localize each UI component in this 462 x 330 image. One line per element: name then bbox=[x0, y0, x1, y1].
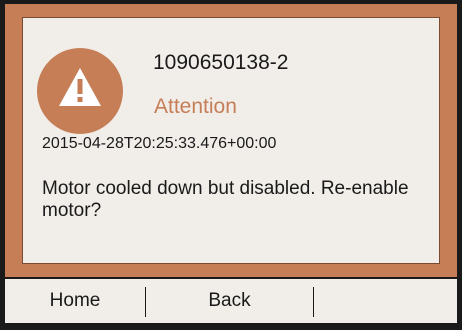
bottom-button-bar: Home Back bbox=[5, 277, 457, 323]
alert-panel: 1090650138-2 Attention 2015-04-28T20:25:… bbox=[22, 17, 440, 264]
empty-softkey-button[interactable] bbox=[314, 279, 457, 323]
alert-panel-frame: 1090650138-2 Attention 2015-04-28T20:25:… bbox=[5, 4, 457, 277]
warning-triangle-icon bbox=[59, 68, 101, 106]
warning-icon bbox=[37, 48, 123, 134]
alert-message: Motor cooled down but disabled. Re-enabl… bbox=[42, 178, 409, 221]
device-screen: 1090650138-2 Attention 2015-04-28T20:25:… bbox=[0, 0, 462, 330]
alert-timestamp: 2015-04-28T20:25:33.476+00:00 bbox=[42, 135, 277, 152]
home-button[interactable]: Home bbox=[5, 279, 145, 323]
alert-level: Attention bbox=[154, 95, 237, 118]
alert-id: 1090650138-2 bbox=[153, 51, 289, 74]
back-button[interactable]: Back bbox=[146, 279, 313, 323]
